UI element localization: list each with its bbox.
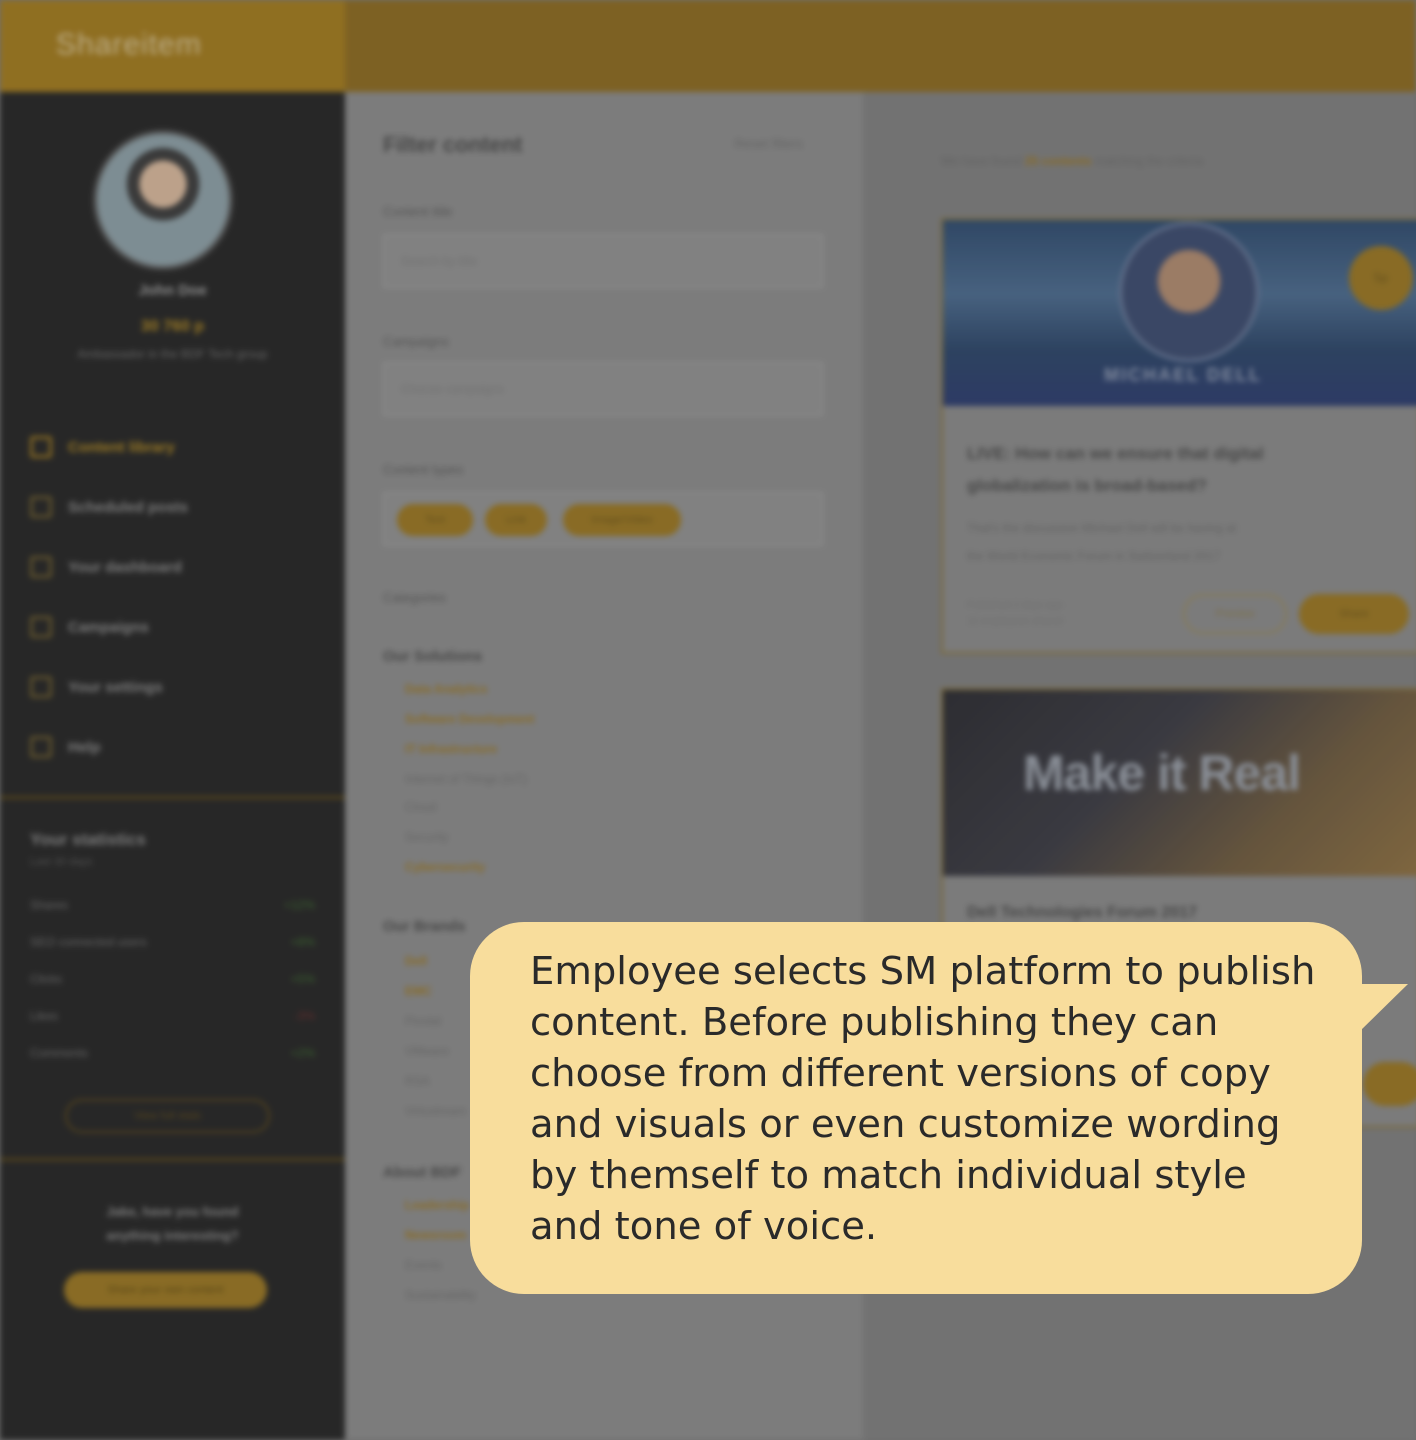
tooltip-line: and tone of voice. bbox=[530, 1204, 878, 1249]
tooltip-line: content. Before publishing they can bbox=[530, 1000, 1219, 1045]
tooltip-line: by themself to match individual style bbox=[530, 1153, 1247, 1198]
tooltip-line: choose from different versions of copy bbox=[530, 1051, 1271, 1096]
tooltip-line: Employee selects SM platform to publish bbox=[530, 949, 1316, 994]
tooltip-line: and visuals or even customize wording bbox=[530, 1102, 1281, 1147]
tooltip-text: Employee selects SM platform to publish … bbox=[530, 946, 1330, 1252]
